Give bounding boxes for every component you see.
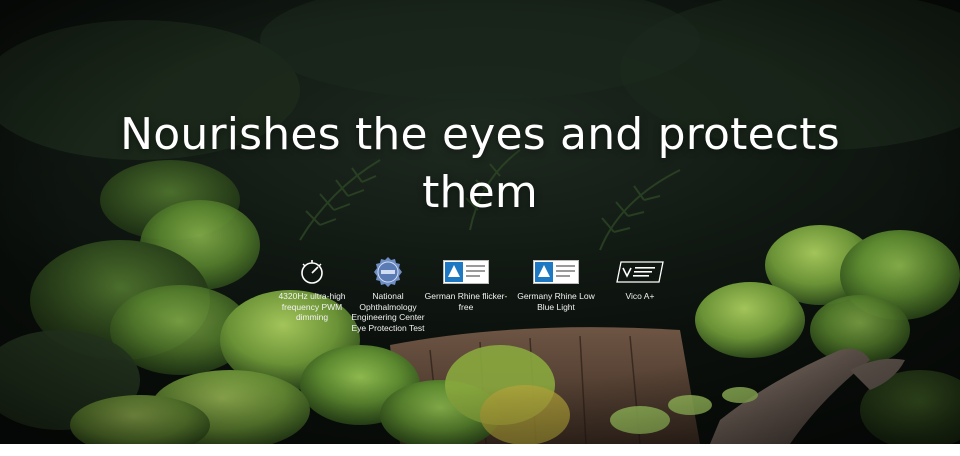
pwm-dimming-icon <box>270 256 354 288</box>
hero-title: Nourishes the eyes and protects them <box>120 109 840 218</box>
bottom-strip <box>0 444 960 456</box>
feature-label: National Ophthalmology Engineering Cente… <box>351 291 425 333</box>
tuv-rheinland-blue-light-icon <box>514 256 598 288</box>
hero-banner: Nourishes the eyes and protects them 432… <box>0 0 960 444</box>
vico-certification-icon <box>598 256 682 288</box>
feature-item-low-blue-light: Germany Rhine Low Blue Light <box>514 256 598 312</box>
feature-list: 4320Hz ultra-high frequency PWM dimming … <box>270 256 690 356</box>
feature-label: Germany Rhine Low Blue Light <box>517 291 595 312</box>
feature-item-flicker-free: German Rhine flicker-free <box>424 256 508 312</box>
eye-protection-badge-icon <box>346 256 430 288</box>
tuv-rheinland-flicker-icon <box>424 256 508 288</box>
forest-moss-background <box>0 0 960 444</box>
feature-label: German Rhine flicker-free <box>424 291 508 312</box>
feature-label: Vico A+ <box>625 291 655 301</box>
feature-label: 4320Hz ultra-high frequency PWM dimming <box>278 291 346 322</box>
feature-item-pwm: 4320Hz ultra-high frequency PWM dimming <box>270 256 354 323</box>
feature-item-vico: Vico A+ <box>598 256 682 302</box>
feature-item-eye-test: National Ophthalmology Engineering Cente… <box>346 256 430 333</box>
